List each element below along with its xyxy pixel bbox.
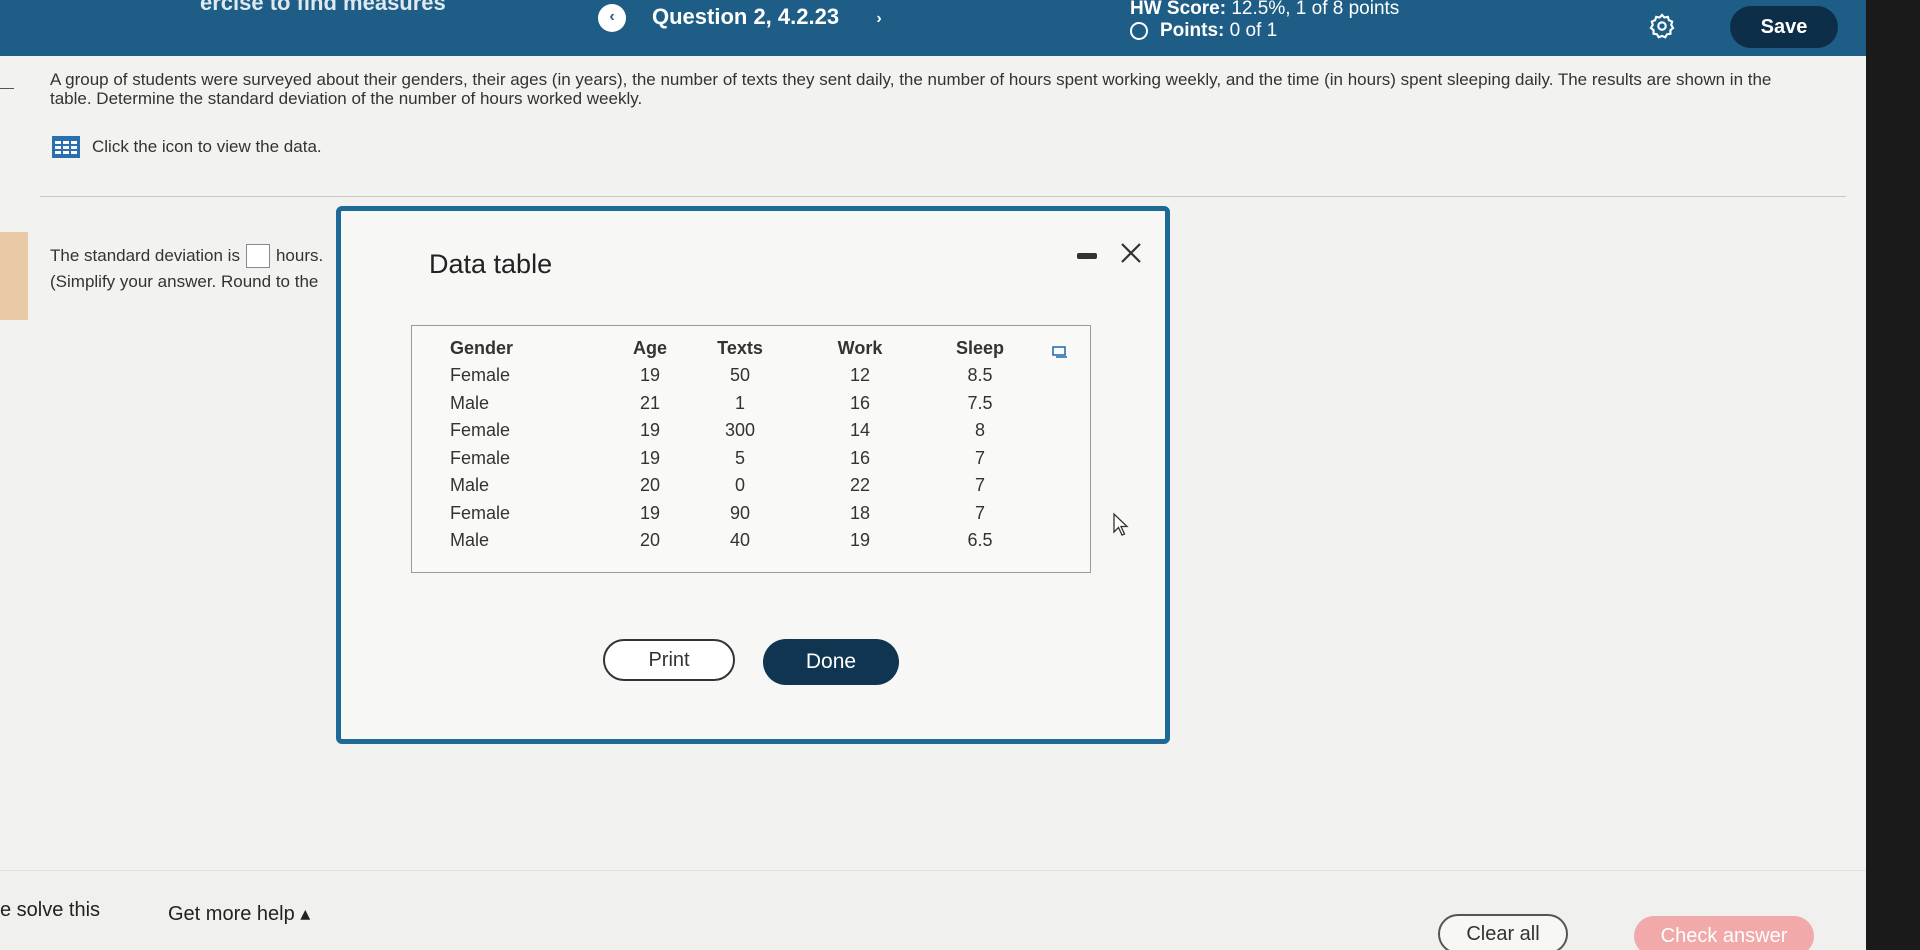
cell-sleep: 7 [974,447,985,468]
cell-age: 19 [639,365,661,386]
cell-work: 19 [849,530,871,551]
cell-sleep: 7 [974,475,985,496]
hw-score-label: HW Score: [1130,0,1227,19]
table-row: Female 19 90 18 7 [450,500,1030,528]
screen-edge [1866,0,1920,950]
cell-texts: 0 [734,475,745,496]
cell-gender: Female [450,420,511,441]
print-button[interactable]: Print [603,639,735,681]
footer-bar: e solve this Get more help ▴ Clear all C… [0,870,1866,950]
cell-sleep: 8 [974,420,985,441]
mouse-cursor-icon [1113,512,1129,536]
answer-hint: (Simplify your answer. Round to the [50,272,319,291]
next-question-button[interactable]: › [866,6,892,32]
check-answer-button[interactable]: Check answer [1634,916,1814,950]
cell-work: 16 [849,447,871,468]
points-status: Points: 0 of 1 [1130,20,1277,42]
cell-texts: 300 [724,420,756,441]
cell-age: 19 [639,420,661,441]
previous-question-button[interactable]: ‹ [598,4,626,32]
question-text: A group of students were surveyed about … [50,70,1772,108]
table-row: Female 19 50 12 8.5 [450,362,1030,390]
top-header-bar: ercise to find measures ‹ Question 2, 4.… [0,0,1920,56]
cell-work: 18 [849,502,871,523]
divider [40,196,1846,197]
header-texts: Texts [717,337,763,358]
copy-table-icon[interactable] [1052,346,1068,358]
status-circle-icon [1130,22,1148,40]
data-table-dialog: Data table Gender Age Texts Work Sleep F… [336,206,1170,744]
header-age: Age [632,337,667,358]
minimize-icon[interactable] [1077,253,1097,259]
cell-gender: Male [450,475,490,496]
settings-button[interactable] [1648,12,1676,40]
answer-suffix: hours. [275,246,324,265]
dialog-title: Data table [429,249,553,279]
left-tick-mark [0,88,14,89]
header-gender: Gender [450,337,514,358]
cell-texts: 50 [729,365,751,386]
cell-work: 12 [849,365,871,386]
clear-all-button[interactable]: Clear all [1438,914,1568,950]
answer-prefix: The standard deviation is [50,246,240,265]
assignment-title: ercise to find measures [200,0,446,15]
cell-work: 22 [849,475,871,496]
answer-line: The standard deviation is hours. [50,244,323,268]
cell-sleep: 8.5 [967,365,993,386]
get-more-help-link[interactable]: Get more help ▴ [168,901,310,926]
cell-age: 19 [639,447,661,468]
cell-age: 21 [639,392,661,413]
view-data-link[interactable]: Click the icon to view the data. [52,136,322,158]
header-sleep: Sleep [955,337,1005,358]
cell-texts: 5 [734,447,745,468]
gear-icon [1649,13,1675,39]
chevron-right-icon: › [876,10,882,27]
cell-work: 16 [849,392,871,413]
header-work: Work [837,337,883,358]
cell-age: 20 [639,475,661,496]
cell-texts: 40 [729,530,751,551]
chevron-left-icon: ‹ [609,8,615,25]
done-button[interactable]: Done [763,639,899,685]
close-icon[interactable] [1117,239,1145,267]
hw-score-value: 12.5%, 1 of 8 points [1231,0,1400,19]
table-grid-icon[interactable] [52,136,80,158]
cell-sleep: 7 [974,502,985,523]
answer-accent-bar [0,232,28,320]
cell-age: 19 [639,502,661,523]
table-row: Male 20 0 22 7 [450,472,1030,500]
points-label: Points: [1160,20,1225,41]
save-button[interactable]: Save [1730,6,1838,48]
table-header-row: Gender Age Texts Work Sleep [450,334,1030,362]
cell-gender: Male [450,392,490,413]
cell-gender: Female [450,502,511,523]
view-data-text: Click the icon to view the data. [92,137,322,156]
cell-texts: 1 [734,392,745,413]
cell-gender: Male [450,530,490,551]
cell-texts: 90 [729,502,751,523]
table-row: Male 21 1 16 7.5 [450,390,1030,418]
help-me-solve-link[interactable]: e solve this [0,899,100,922]
cell-work: 14 [849,420,871,441]
table-row: Male 20 40 19 6.5 [450,527,1030,555]
question-label: Question 2, 4.2.23 [652,4,840,29]
cell-gender: Female [450,447,511,468]
hw-score: HW Score: 12.5%, 1 of 8 points [1130,0,1399,20]
data-table-container: Gender Age Texts Work Sleep Female 19 50… [411,325,1091,573]
table-row: Female 19 300 14 8 [450,417,1030,445]
data-table: Gender Age Texts Work Sleep Female 19 50… [450,334,1030,555]
cell-age: 20 [639,530,661,551]
cell-sleep: 7.5 [967,392,993,413]
table-row: Female 19 5 16 7 [450,445,1030,473]
cell-gender: Female [450,365,511,386]
answer-input[interactable] [245,244,270,268]
cell-sleep: 6.5 [967,530,993,551]
points-value: 0 of 1 [1229,20,1278,41]
